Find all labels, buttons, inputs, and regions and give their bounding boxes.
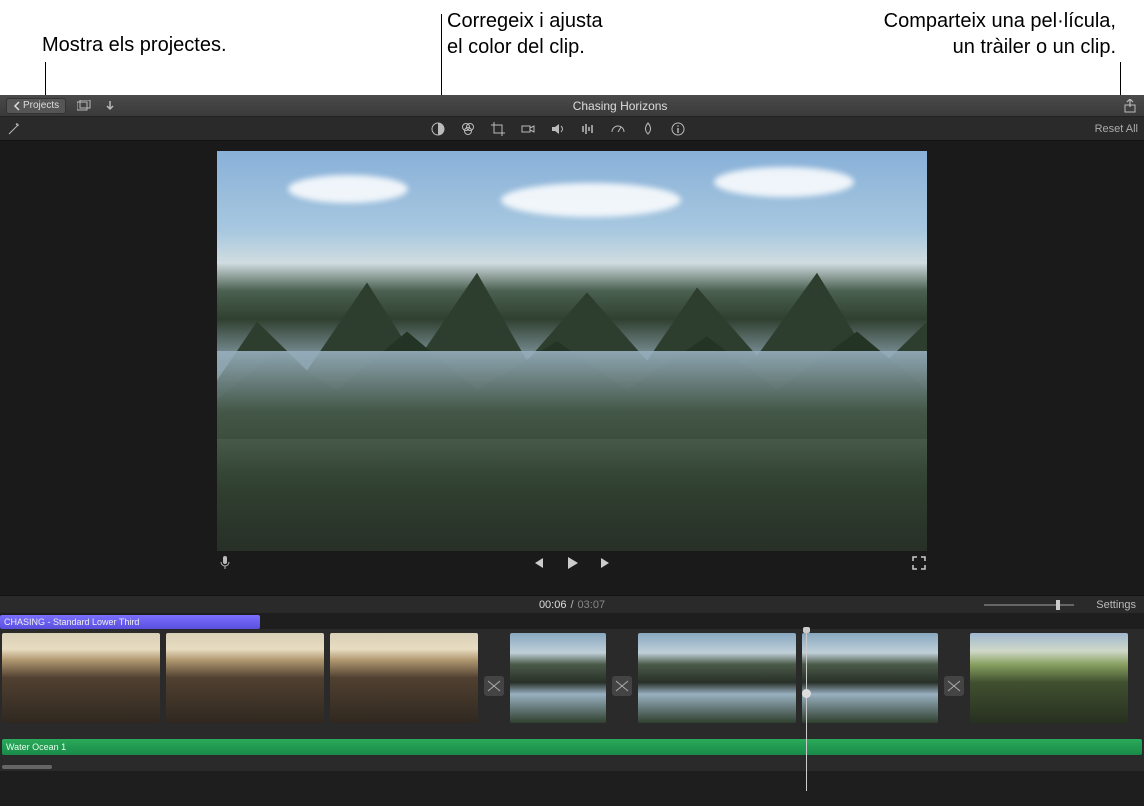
total-time: 03:07 (578, 599, 606, 611)
reset-all-button[interactable]: Reset All (1095, 123, 1138, 135)
transition-icon (947, 680, 961, 692)
import-button[interactable] (102, 98, 118, 114)
transition[interactable] (944, 676, 964, 696)
transition-icon (615, 680, 629, 692)
timeline-scrollbar[interactable] (0, 763, 1144, 771)
callout-line (45, 62, 46, 98)
project-title: Chasing Horizons (128, 99, 1112, 113)
share-icon (1124, 99, 1136, 113)
video-clip[interactable] (510, 633, 606, 723)
callout-projects: Mostra els projectes. (42, 32, 227, 58)
settings-button[interactable]: Settings (1096, 599, 1136, 611)
timeline[interactable] (0, 629, 1144, 739)
viewer (0, 141, 1144, 595)
share-button[interactable] (1122, 98, 1138, 114)
media-library-icon (77, 100, 91, 112)
callout-share: Comparteix una pel·lícula, un tràiler o … (884, 8, 1116, 60)
color-balance-icon (431, 122, 445, 136)
crop-button[interactable] (490, 121, 506, 137)
filter-button[interactable] (640, 121, 656, 137)
camera-icon (521, 122, 535, 136)
volume-button[interactable] (550, 121, 566, 137)
magic-wand-icon (7, 122, 21, 136)
timeline-area: CHASING - Standard Lower Third Water Oce… (0, 615, 1144, 771)
play-icon (565, 556, 579, 570)
next-icon (599, 556, 613, 570)
volume-icon (551, 122, 565, 136)
imovie-window: Projects Chasing Horizons (0, 95, 1144, 806)
audio-row: Water Ocean 1 (0, 739, 1144, 763)
previous-button[interactable] (530, 555, 546, 571)
import-arrow-icon (104, 100, 116, 112)
audio-clip[interactable]: Water Ocean 1 (2, 739, 1142, 755)
media-library-button[interactable] (76, 98, 92, 114)
projects-button[interactable]: Projects (6, 98, 66, 114)
projects-label: Projects (23, 100, 59, 111)
microphone-icon (219, 556, 231, 570)
video-clip[interactable] (970, 633, 1128, 723)
callout-line (1120, 62, 1121, 98)
video-clip[interactable] (638, 633, 796, 723)
chevron-left-icon (13, 101, 21, 111)
time-bar: 00:06 / 03:07 Settings (0, 595, 1144, 613)
transition-icon (487, 680, 501, 692)
title-overlay-clip[interactable]: CHASING - Standard Lower Third (0, 615, 260, 629)
noise-reduction-button[interactable] (580, 121, 596, 137)
voiceover-button[interactable] (217, 555, 233, 571)
current-time: 00:06 (539, 599, 567, 611)
magic-wand-button[interactable] (6, 121, 22, 137)
fullscreen-icon (912, 556, 926, 570)
equalizer-icon (581, 122, 595, 136)
video-clip[interactable] (802, 633, 938, 723)
playhead[interactable] (806, 629, 807, 791)
previous-icon (531, 556, 545, 570)
transition[interactable] (612, 676, 632, 696)
adjust-bar: Reset All (0, 117, 1144, 141)
info-icon (671, 122, 685, 136)
video-clip[interactable] (166, 633, 324, 723)
top-toolbar: Projects Chasing Horizons (0, 95, 1144, 117)
color-palette-icon (461, 122, 475, 136)
stabilization-button[interactable] (520, 121, 536, 137)
play-button[interactable] (564, 555, 580, 571)
speed-button[interactable] (610, 121, 626, 137)
info-button[interactable] (670, 121, 686, 137)
next-button[interactable] (598, 555, 614, 571)
crop-icon (491, 122, 505, 136)
color-balance-button[interactable] (430, 121, 446, 137)
preview-frame[interactable] (217, 151, 927, 551)
time-separator: / (570, 599, 573, 611)
callout-color: Corregeix i ajusta el color del clip. (447, 8, 603, 60)
zoom-slider[interactable] (984, 602, 1074, 608)
speedometer-icon (611, 122, 625, 136)
player-controls (217, 551, 927, 575)
transition[interactable] (484, 676, 504, 696)
video-clip[interactable] (2, 633, 160, 723)
video-clip[interactable] (330, 633, 478, 723)
fullscreen-button[interactable] (911, 555, 927, 571)
color-correction-button[interactable] (460, 121, 476, 137)
filter-drop-icon (641, 122, 655, 136)
